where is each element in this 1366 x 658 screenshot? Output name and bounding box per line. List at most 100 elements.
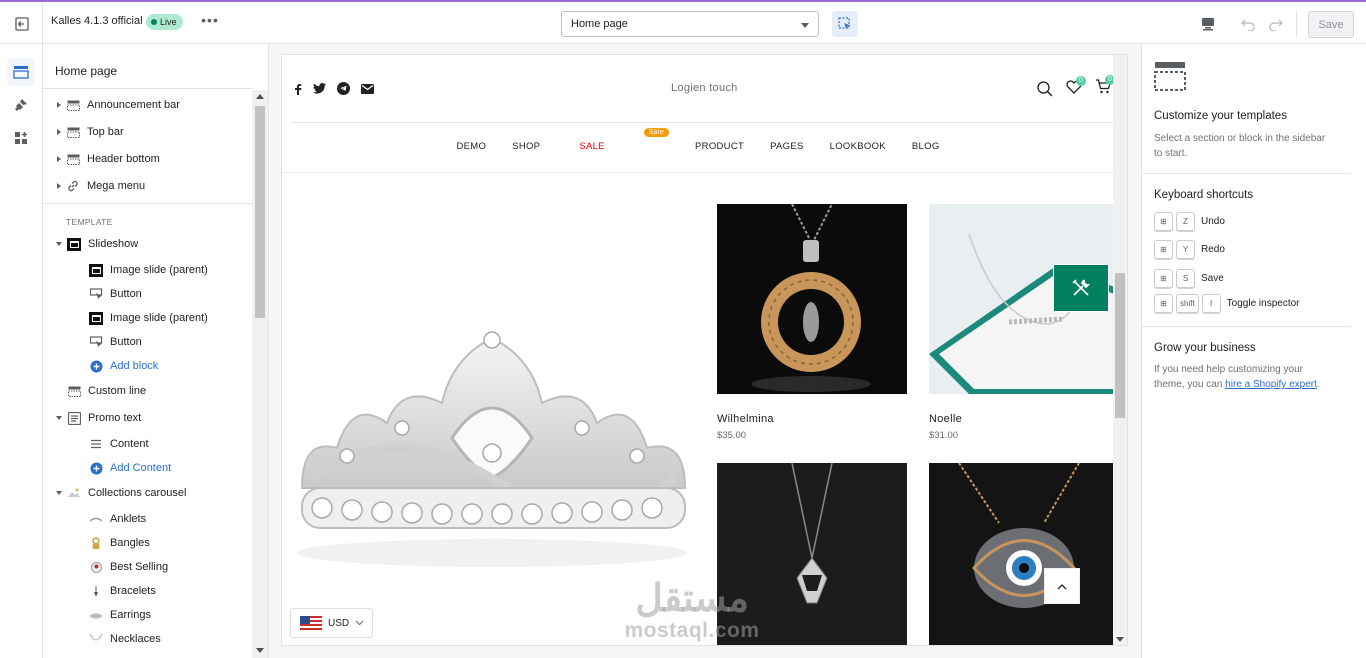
block-label: Image slide (parent) bbox=[110, 264, 208, 276]
facebook-icon[interactable] bbox=[294, 83, 302, 95]
block-image-slide[interactable]: Image slide (parent) bbox=[43, 258, 253, 282]
block-collection-anklets[interactable]: Anklets bbox=[43, 507, 253, 531]
scroll-thumb[interactable] bbox=[1115, 273, 1125, 418]
product-name[interactable]: Noelle bbox=[929, 413, 1119, 425]
chevron-down-icon bbox=[801, 23, 809, 28]
caret-down-icon[interactable] bbox=[56, 242, 62, 246]
shortcut-redo: ⊞ Y Redo bbox=[1154, 240, 1225, 259]
section-custom-line[interactable]: Custom line bbox=[43, 379, 253, 403]
search-icon[interactable] bbox=[1037, 81, 1053, 97]
block-button[interactable]: Button bbox=[43, 330, 253, 354]
image-slide-icon bbox=[89, 311, 103, 325]
block-collection-bangles[interactable]: Bangles bbox=[43, 531, 253, 555]
product-card[interactable]: Wilhelmina $35.00 bbox=[717, 203, 907, 441]
section-slideshow[interactable]: Slideshow bbox=[43, 232, 253, 256]
add-content-button[interactable]: Add Content bbox=[43, 456, 253, 480]
twitter-icon[interactable] bbox=[313, 83, 326, 94]
product-card[interactable]: Noelle $31.00 bbox=[929, 204, 1119, 441]
nav-sale-label: SALE bbox=[579, 141, 605, 152]
nav-lookbook[interactable]: LOOKBOOK bbox=[830, 141, 886, 152]
back-to-top-button[interactable] bbox=[1044, 568, 1080, 604]
caret-down-icon[interactable] bbox=[56, 416, 62, 420]
nav-shop[interactable]: SHOP bbox=[512, 141, 540, 152]
preview-scrollbar[interactable] bbox=[1113, 55, 1127, 645]
block-button[interactable]: Button bbox=[43, 282, 253, 306]
inspector-toggle-button[interactable] bbox=[832, 11, 858, 37]
telegram-icon[interactable] bbox=[337, 82, 350, 95]
section-header-bottom[interactable]: Header bottom bbox=[43, 147, 253, 171]
section-label: Announcement bar bbox=[87, 99, 180, 111]
device-preview-button[interactable] bbox=[1197, 14, 1219, 34]
email-icon[interactable] bbox=[361, 83, 374, 94]
divider bbox=[1296, 10, 1297, 38]
section-mega-menu[interactable]: Mega menu bbox=[43, 174, 253, 198]
nav-sale[interactable]: SALE Sale bbox=[566, 128, 670, 152]
caret-right-icon[interactable] bbox=[57, 183, 61, 189]
theme-settings-tab[interactable] bbox=[7, 91, 35, 119]
section-announcement-bar[interactable]: Announcement bar bbox=[43, 93, 253, 117]
shortcuts-title: Keyboard shortcuts bbox=[1154, 189, 1254, 201]
page-select[interactable]: Home page bbox=[561, 11, 819, 37]
hero-ring-image[interactable] bbox=[292, 328, 695, 568]
caret-right-icon[interactable] bbox=[57, 129, 61, 135]
apps-tab[interactable] bbox=[7, 124, 35, 152]
exit-icon[interactable] bbox=[10, 12, 34, 36]
scroll-down-icon[interactable] bbox=[256, 648, 264, 653]
social-icons bbox=[294, 82, 374, 95]
block-collection-earrings[interactable]: Earrings bbox=[43, 603, 253, 627]
caret-right-icon[interactable] bbox=[57, 156, 61, 162]
section-promo-text[interactable]: Promo text bbox=[43, 406, 253, 430]
wishlist-button[interactable]: 0 bbox=[1066, 75, 1086, 99]
section-tools-button[interactable] bbox=[1053, 264, 1109, 312]
undo-icon bbox=[1241, 19, 1255, 31]
nav-blog[interactable]: BLOG bbox=[912, 141, 940, 152]
shortcut-label: Redo bbox=[1201, 244, 1225, 255]
shortcut-label: Undo bbox=[1201, 216, 1225, 227]
store-preview[interactable]: Logien touch 0 0 DEMO SHOP SALE Sale PROD… bbox=[281, 54, 1128, 646]
shortcut-toggle-inspector: ⊞ shift I Toggle inspector bbox=[1154, 294, 1300, 313]
nav-product[interactable]: PRODUCT bbox=[695, 141, 744, 152]
panel-description: Select a section or block in the sidebar… bbox=[1154, 133, 1326, 159]
add-block-button[interactable]: Add block bbox=[43, 354, 253, 378]
block-image-slide[interactable]: Image slide (parent) bbox=[43, 306, 253, 330]
product-name[interactable]: Wilhelmina bbox=[717, 413, 907, 425]
product-image[interactable] bbox=[717, 203, 907, 394]
save-button[interactable]: Save bbox=[1308, 11, 1354, 38]
page-select-value: Home page bbox=[571, 18, 628, 30]
store-logo[interactable]: Logien touch bbox=[671, 82, 738, 94]
section-top-bar[interactable]: Top bar bbox=[43, 120, 253, 144]
scroll-thumb[interactable] bbox=[255, 106, 265, 318]
sections-tab[interactable] bbox=[7, 58, 35, 86]
block-label: Image slide (parent) bbox=[110, 312, 208, 324]
undo-button[interactable] bbox=[1238, 14, 1258, 34]
product-card[interactable] bbox=[929, 462, 1119, 646]
section-label: Promo text bbox=[88, 412, 142, 424]
block-collection-bracelets[interactable]: Bracelets bbox=[43, 579, 253, 603]
section-icon bbox=[67, 384, 81, 398]
cart-button[interactable]: 0 bbox=[1095, 75, 1115, 99]
section-collections-carousel[interactable]: Collections carousel bbox=[43, 481, 253, 505]
block-content[interactable]: Content bbox=[43, 432, 253, 456]
hire-expert-link[interactable]: hire a Shopify expert bbox=[1225, 379, 1317, 390]
nav-pages[interactable]: PAGES bbox=[770, 141, 804, 152]
caret-down-icon[interactable] bbox=[56, 491, 62, 495]
redo-button[interactable] bbox=[1266, 14, 1286, 34]
block-collection-necklaces[interactable]: Necklaces bbox=[43, 627, 253, 651]
bracelets-thumb-icon bbox=[89, 584, 103, 598]
currency-selector[interactable]: USD bbox=[290, 608, 373, 638]
caret-right-icon[interactable] bbox=[57, 102, 61, 108]
sale-badge: Sale bbox=[643, 128, 670, 137]
more-actions-button[interactable]: ••• bbox=[200, 13, 220, 33]
section-icon bbox=[66, 125, 80, 139]
nav-demo[interactable]: DEMO bbox=[456, 141, 486, 152]
block-collection-best-selling[interactable]: Best Selling bbox=[43, 555, 253, 579]
scroll-up-icon[interactable] bbox=[256, 94, 264, 99]
anklets-thumb-icon bbox=[89, 512, 103, 526]
product-image[interactable] bbox=[929, 462, 1119, 646]
right-panel: Customize your templates Select a sectio… bbox=[1141, 44, 1366, 658]
sidebar-scrollbar[interactable] bbox=[252, 90, 268, 658]
sidebar-title: Home page bbox=[55, 64, 118, 78]
block-label: Anklets bbox=[110, 513, 147, 525]
scroll-down-icon[interactable] bbox=[1116, 637, 1124, 642]
tools-icon bbox=[1072, 279, 1091, 296]
